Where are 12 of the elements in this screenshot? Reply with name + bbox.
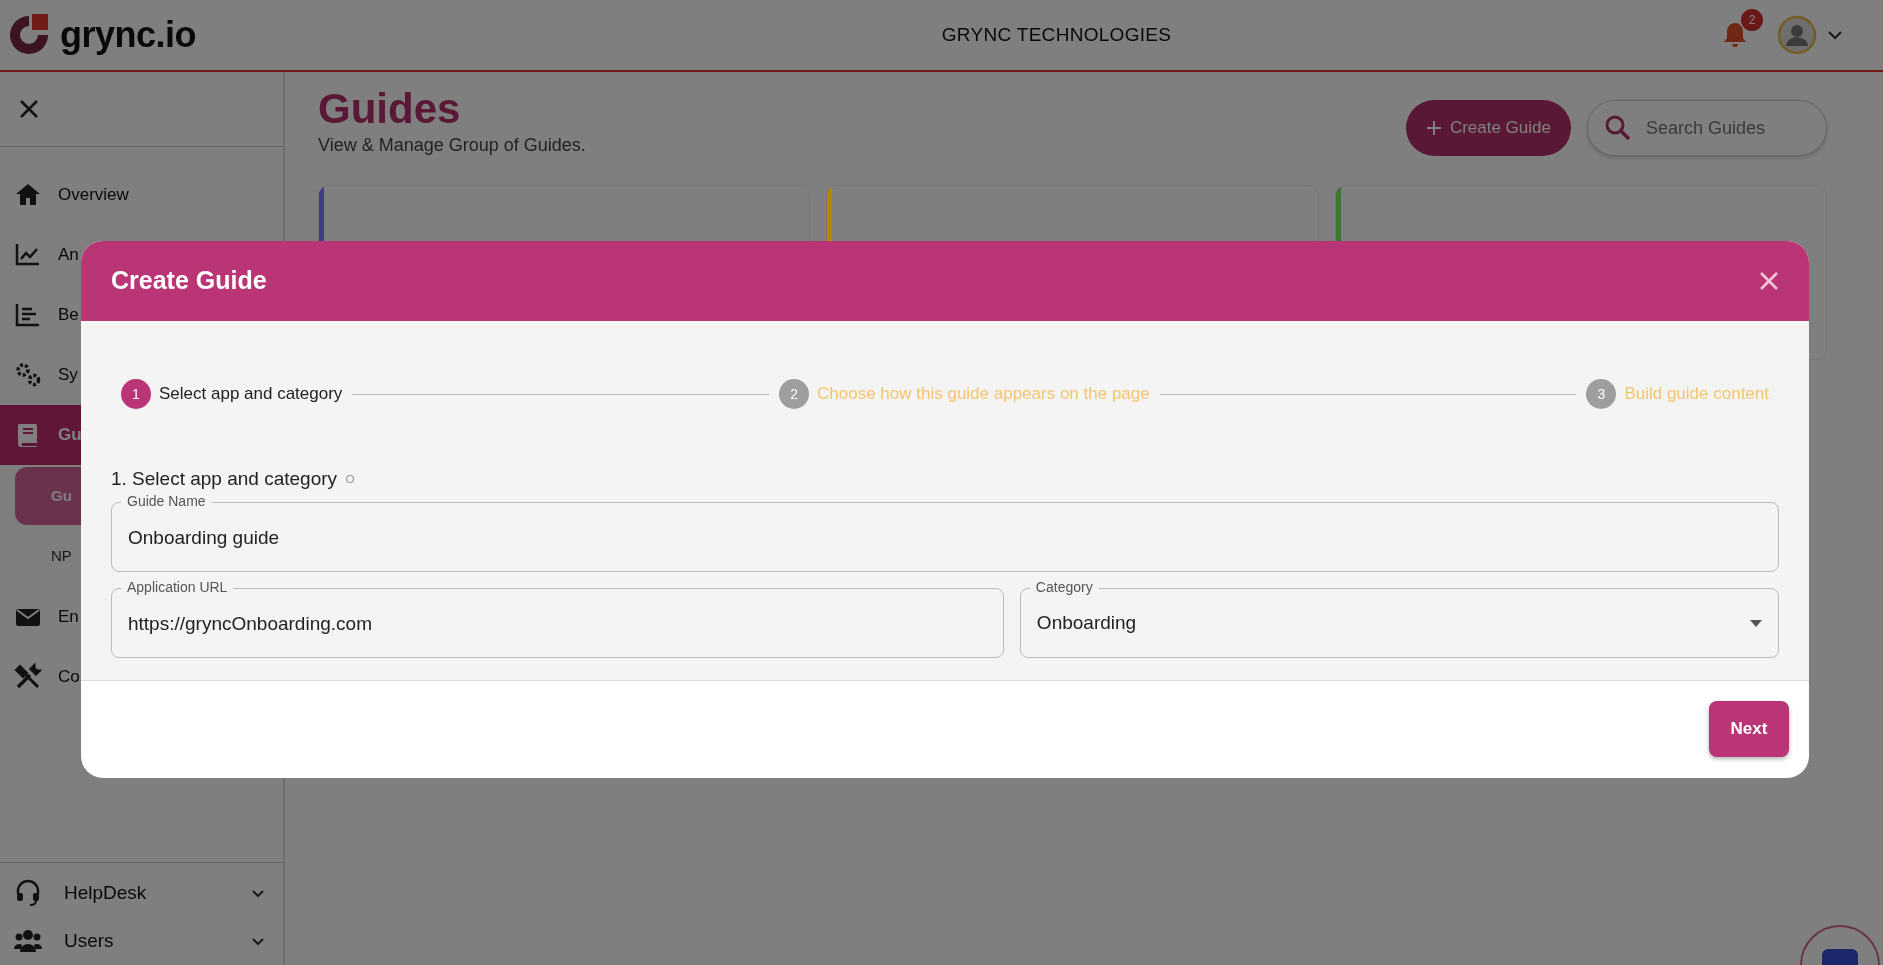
field-label: Application URL: [121, 579, 234, 594]
notification-badge: 2: [1741, 9, 1763, 31]
company-name: GRYNC TECHNOLOGIES: [941, 22, 1172, 47]
section-title: 1. Select app and category: [111, 467, 338, 491]
page-subtitle: View & Manage Group of Guides.: [318, 134, 587, 158]
nav-label: Users: [64, 928, 115, 953]
field-label: Category: [1029, 579, 1099, 594]
page-title: Guides: [318, 86, 462, 133]
nav-label: HelpDesk: [64, 880, 148, 905]
modal-title: Create Guide: [111, 265, 267, 297]
field-label: Guide Name: [121, 493, 212, 508]
logo-text: grync.io: [60, 13, 197, 57]
